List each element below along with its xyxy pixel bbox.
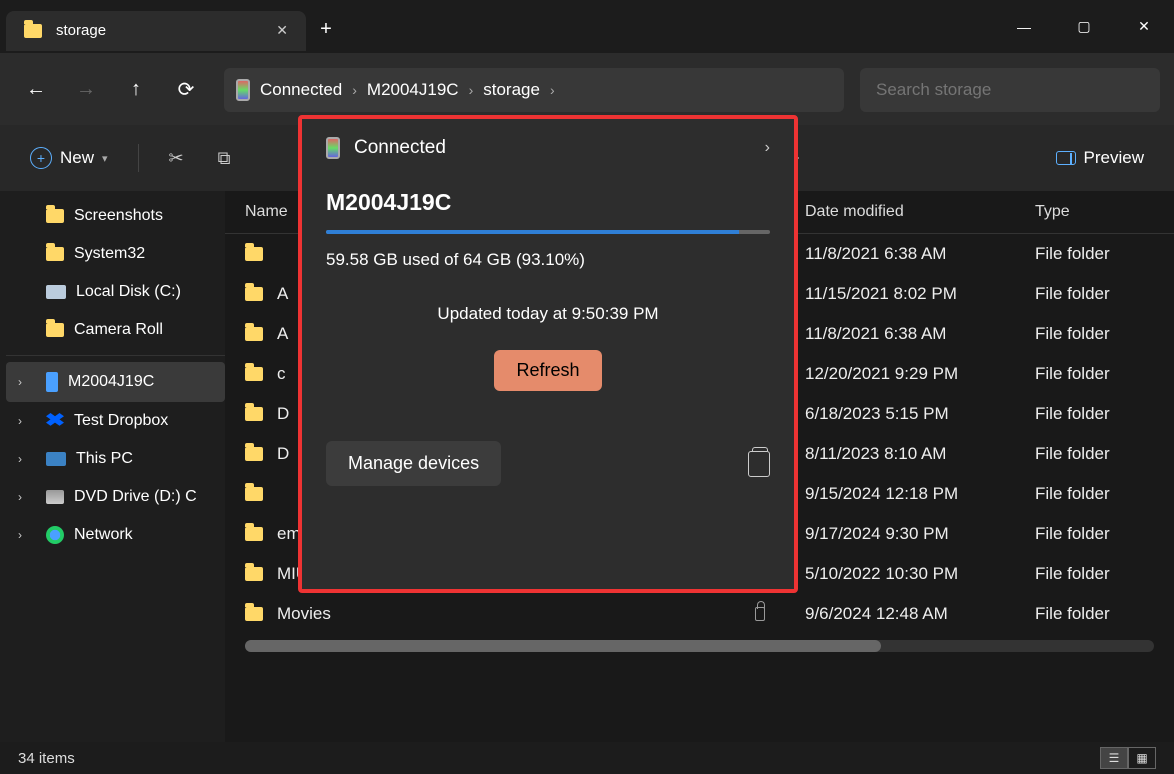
table-row[interactable]: Movies9/6/2024 12:48 AMFile folder xyxy=(225,594,1174,634)
dropbox-icon xyxy=(46,413,64,429)
maximize-button[interactable]: ▢ xyxy=(1054,7,1114,47)
up-button[interactable]: ↑ xyxy=(114,68,158,112)
copy-button[interactable]: ⧉ xyxy=(208,142,241,175)
back-button[interactable]: ← xyxy=(14,68,58,112)
sidebar-item[interactable]: ›Test Dropbox xyxy=(6,402,225,440)
sidebar-item[interactable]: ›M2004J19C xyxy=(6,362,225,402)
folder-icon xyxy=(245,367,263,381)
details-view-button[interactable]: ☰ xyxy=(1100,747,1128,769)
new-tab-button[interactable]: + xyxy=(306,18,346,41)
folder-icon xyxy=(245,327,263,341)
folder-icon xyxy=(245,607,263,621)
storage-usage-text: 59.58 GB used of 64 GB (93.10%) xyxy=(326,250,770,270)
forward-button[interactable]: → xyxy=(64,68,108,112)
folder-icon xyxy=(245,287,263,301)
folder-icon xyxy=(245,407,263,421)
cut-button[interactable]: ✂ xyxy=(159,142,194,175)
crumb-1[interactable]: M2004J19C xyxy=(367,80,459,100)
sidebar-item[interactable]: ›Network xyxy=(6,516,225,554)
chevron-right-icon[interactable]: › xyxy=(18,452,22,466)
chevron-right-icon: › xyxy=(352,82,357,98)
crumb-2[interactable]: storage xyxy=(483,80,540,100)
trash-icon[interactable] xyxy=(748,451,770,477)
phone-icon xyxy=(46,372,58,392)
folder-icon xyxy=(245,567,263,581)
device-icon xyxy=(236,79,250,101)
updated-text: Updated today at 9:50:39 PM xyxy=(326,304,770,324)
device-popup: Connected › M2004J19C 59.58 GB used of 6… xyxy=(298,115,798,593)
preview-button[interactable]: Preview xyxy=(1046,140,1154,176)
active-tab[interactable]: storage ✕ xyxy=(6,11,306,51)
titlebar: storage ✕ + — ▢ ✕ xyxy=(0,0,1174,53)
popup-title: Connected xyxy=(354,137,446,159)
header-date[interactable]: Date modified xyxy=(805,203,1035,221)
chevron-right-icon[interactable]: › xyxy=(18,528,22,542)
folder-icon xyxy=(245,527,263,541)
refresh-nav-button[interactable]: ⟳ xyxy=(164,68,208,112)
chevron-right-icon[interactable]: › xyxy=(765,139,770,157)
chevron-right-icon: › xyxy=(469,82,474,98)
close-tab-icon[interactable]: ✕ xyxy=(276,22,288,39)
storage-bar xyxy=(326,230,770,234)
status-bar: 34 items ☰ ▦ xyxy=(0,742,1174,774)
tiles-view-button[interactable]: ▦ xyxy=(1128,747,1156,769)
item-count: 34 items xyxy=(18,750,75,767)
separator xyxy=(138,144,139,172)
refresh-button[interactable]: Refresh xyxy=(494,350,601,391)
sidebar-item[interactable]: Screenshots xyxy=(6,197,225,235)
header-type[interactable]: Type xyxy=(1035,203,1154,221)
chevron-right-icon[interactable]: › xyxy=(18,375,22,389)
chevron-down-icon: ▾ xyxy=(102,152,108,165)
preview-icon xyxy=(1056,151,1076,165)
folder-icon xyxy=(46,247,64,261)
device-name: M2004J19C xyxy=(326,189,770,216)
folder-icon xyxy=(245,487,263,501)
net-icon xyxy=(46,526,64,544)
minimize-button[interactable]: — xyxy=(994,7,1054,47)
close-window-button[interactable]: ✕ xyxy=(1114,7,1174,47)
folder-icon xyxy=(24,24,42,38)
pc-icon xyxy=(46,452,66,466)
new-button[interactable]: + New ▾ xyxy=(20,139,118,177)
folder-icon xyxy=(245,447,263,461)
crumb-0[interactable]: Connected xyxy=(260,80,342,100)
device-icon xyxy=(326,137,340,159)
dvd-icon xyxy=(46,490,64,504)
horizontal-scrollbar[interactable] xyxy=(245,640,1154,652)
folder-icon xyxy=(245,247,263,261)
search-input[interactable] xyxy=(860,68,1160,112)
sidebar-item[interactable]: ›DVD Drive (D:) C xyxy=(6,478,225,516)
chevron-right-icon[interactable]: › xyxy=(18,490,22,504)
plus-icon: + xyxy=(30,147,52,169)
window-controls: — ▢ ✕ xyxy=(994,7,1174,47)
tab-title: storage xyxy=(56,22,106,39)
manage-devices-button[interactable]: Manage devices xyxy=(326,441,501,486)
sidebar-item[interactable]: System32 xyxy=(6,235,225,273)
chevron-right-icon[interactable]: › xyxy=(18,414,22,428)
chevron-right-icon: › xyxy=(550,82,555,98)
breadcrumb[interactable]: Connected › M2004J19C › storage › xyxy=(224,68,844,112)
sidebar-item[interactable]: Camera Roll xyxy=(6,311,225,349)
drive-icon xyxy=(46,285,66,299)
folder-icon xyxy=(46,209,64,223)
folder-icon xyxy=(46,323,64,337)
sidebar-item[interactable]: ›This PC xyxy=(6,440,225,478)
sidebar-item[interactable]: Local Disk (C:) xyxy=(6,273,225,311)
lock-icon xyxy=(755,607,765,621)
sidebar: ScreenshotsSystem32Local Disk (C:)Camera… xyxy=(0,191,225,742)
